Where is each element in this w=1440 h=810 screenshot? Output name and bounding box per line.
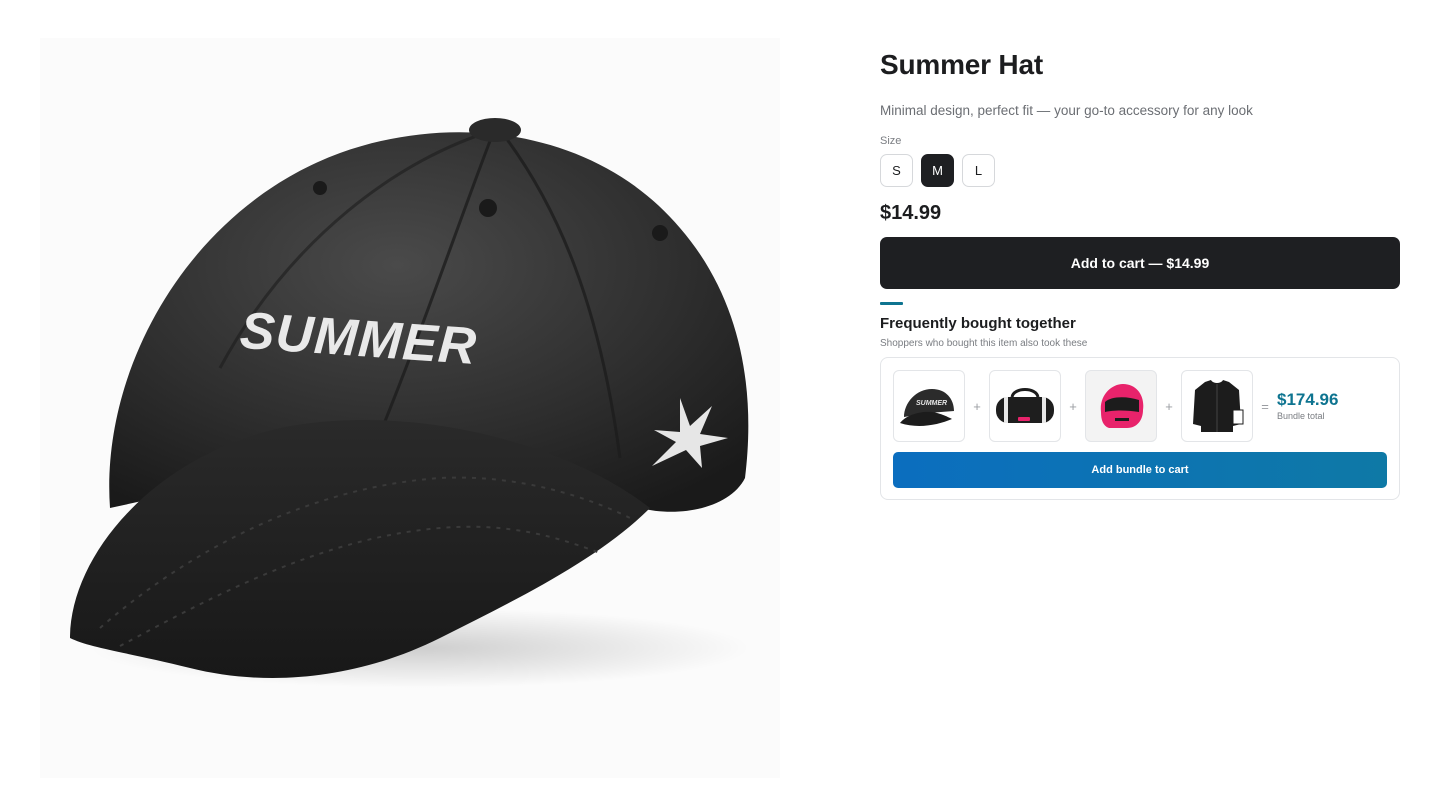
bundle-total-label: Bundle total — [1277, 411, 1325, 421]
add-to-cart-button[interactable]: Add to cart — $14.99 — [880, 237, 1400, 289]
black-jacket-icon — [1193, 380, 1244, 432]
bundle-card: SUMMER + + + = $174.96 Bundle total Add … — [880, 357, 1400, 500]
section-accent-divider — [880, 302, 903, 305]
product-subtitle: Minimal design, perfect fit — your go-to… — [880, 103, 1253, 118]
cap-illustration: SUMMER — [70, 118, 750, 688]
equals-operator: = — [1261, 398, 1269, 414]
size-label: Size — [880, 135, 902, 147]
product-title: Summer Hat — [880, 49, 1043, 80]
bundle-items-row: SUMMER + + + = $174.96 Bundle total — [893, 370, 1387, 442]
size-option-s[interactable]: S — [880, 154, 913, 187]
bundle-subtitle: Shoppers who bought this item also took … — [880, 338, 1088, 349]
cap-thumbnail-icon: SUMMER — [900, 389, 954, 426]
bundle-item-helmet[interactable] — [1085, 370, 1157, 442]
size-selector: S M L — [880, 154, 1400, 187]
plus-operator: + — [973, 398, 981, 414]
bundle-total-price: $174.96 — [1277, 390, 1339, 409]
bundle-item-duffel-bag[interactable] — [989, 370, 1061, 442]
size-option-m[interactable]: M — [921, 154, 954, 187]
pink-helmet-icon — [1100, 384, 1144, 428]
cap-thumbnail-text: SUMMER — [916, 400, 947, 407]
product-price: $14.99 — [880, 202, 942, 224]
size-option-l[interactable]: L — [962, 154, 995, 187]
duffel-bag-icon — [996, 388, 1054, 423]
bundle-title: Frequently bought together — [880, 315, 1076, 332]
bundle-total: $174.96 Bundle total — [1277, 390, 1338, 422]
bundle-item-jacket[interactable] — [1181, 370, 1253, 442]
plus-operator: + — [1069, 398, 1077, 414]
product-info: Summer Hat Minimal design, perfect fit —… — [880, 48, 1400, 500]
add-bundle-to-cart-button[interactable]: Add bundle to cart — [893, 452, 1387, 488]
product-image: SUMMER — [40, 38, 780, 778]
bundle-item-cap[interactable]: SUMMER — [893, 370, 965, 442]
plus-operator: + — [1165, 398, 1173, 414]
